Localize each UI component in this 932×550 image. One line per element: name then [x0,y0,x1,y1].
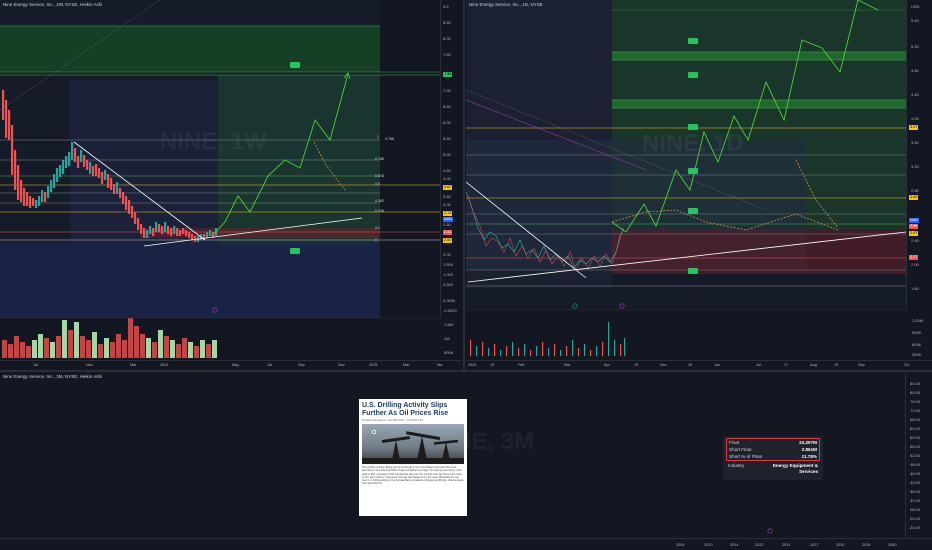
news-article-card[interactable]: U.S. Drilling Activity Slips Further As … [359,399,467,516]
bottom-time-axis[interactable]: 2005 2010 2014 2022 2024 2027 2030 2038 … [0,538,932,550]
fib-label: 0.786 [385,137,394,141]
left-chart-pane[interactable]: Nine Energy Service, Inc., 1W, NYSE, Hei… [0,0,462,370]
price-tag: 3.47 [909,125,919,130]
left-time-axis[interactable]: Jul Nov Mar 2024 May Jul Sep Nov 2025 Ma… [0,360,462,370]
fib-label: 0.1 [375,226,380,230]
fib-label: 0 [375,238,377,242]
right-price-axis[interactable]: USD 5.60 5.20 4.80 4.40 4.00 3.60 3.20 2… [906,0,932,310]
fib-label: 0.618 [375,174,384,178]
price-tag: 2.47 [909,231,919,236]
vertical-divider[interactable] [463,0,465,372]
right-chart-tag[interactable] [688,168,698,174]
price-tag: 2.41 [443,230,453,235]
news-headline[interactable]: U.S. Drilling Activity Slips Further As … [362,402,464,417]
price-tag: 3.00 [909,195,919,200]
right-chart-tag[interactable] [688,124,698,130]
right-chart-tag[interactable] [688,208,698,214]
right-chart-watermark: NINE, 1D [642,130,744,157]
right-chart-tag[interactable] [688,72,698,78]
float-row: Float 24.297M [729,440,817,445]
fib-label: 0.786 [375,157,384,161]
news-body: The number of active drilling rigs for o… [362,466,464,486]
left-stop-tag[interactable] [290,248,300,254]
oil-pump-image [362,424,464,465]
right-chart-pane[interactable]: Nine Energy Service, Inc., 1D, NYSE NINE… [466,0,932,370]
volume-left [2,318,217,358]
bottom-price-axis[interactable]: 84.00 80.00 76.00 72.00 68.00 64.00 60.0… [905,372,932,538]
left-chart-title: Nine Energy Service, Inc., 1W, NYSE, Hei… [3,2,103,7]
fib-label: 0.382 [375,199,384,203]
price-tag: 7.96 [443,72,453,77]
float-stats-highlight: Float 24.297M Short Float 2.861M Short % o… [726,438,820,461]
price-tag: 2.00 [443,238,453,243]
price-tag: 3.67 [443,185,453,190]
price-tag: NaN [909,218,919,223]
left-target-tag[interactable] [290,62,300,68]
right-chart-tag[interactable] [688,38,698,44]
volume-right [470,322,626,356]
left-price-axis[interactable]: 0.5 8.50 8.00 7.50 7.00 6.50 6.00 5.50 5… [440,0,462,318]
float-info-panel: Float 24.297M Short Float 2.861M Short % o… [723,436,823,480]
fib-label: 0.236 [375,209,384,213]
price-tag: 2.73 [443,211,453,216]
left-chart-canvas[interactable] [0,0,462,370]
fib-label: 1 [377,135,379,139]
price-tag: 2.59 [909,224,919,229]
float-row: Short Float 2.861M [729,447,817,452]
price-tag: NaN [443,217,453,222]
bottom-chart-title: Nine Energy Service, Inc., 3M, NYSE, Hei… [3,374,103,379]
industry-row: Industry Energy Equipment & Services [728,463,818,474]
right-chart-tag[interactable] [688,268,698,274]
fib-label: 0.5 [375,182,380,186]
event-marker-icon [767,528,773,534]
right-time-axis[interactable]: 2024 15 Feb Mar Apr 15 Dec 15 Jun Jul 17… [466,360,932,370]
news-byline: Tsvetana Paraskova · Jan 26th 2024 · 11:… [362,419,424,423]
price-tag: 2.17 [909,255,919,260]
float-row: Short % of Float 11.78% [729,454,817,459]
right-chart-title: Nine Energy Service, Inc., 1D, NYSE [469,2,543,7]
left-chart-watermark: NINE, 1W [160,128,267,155]
right-chart-canvas[interactable] [466,0,932,370]
